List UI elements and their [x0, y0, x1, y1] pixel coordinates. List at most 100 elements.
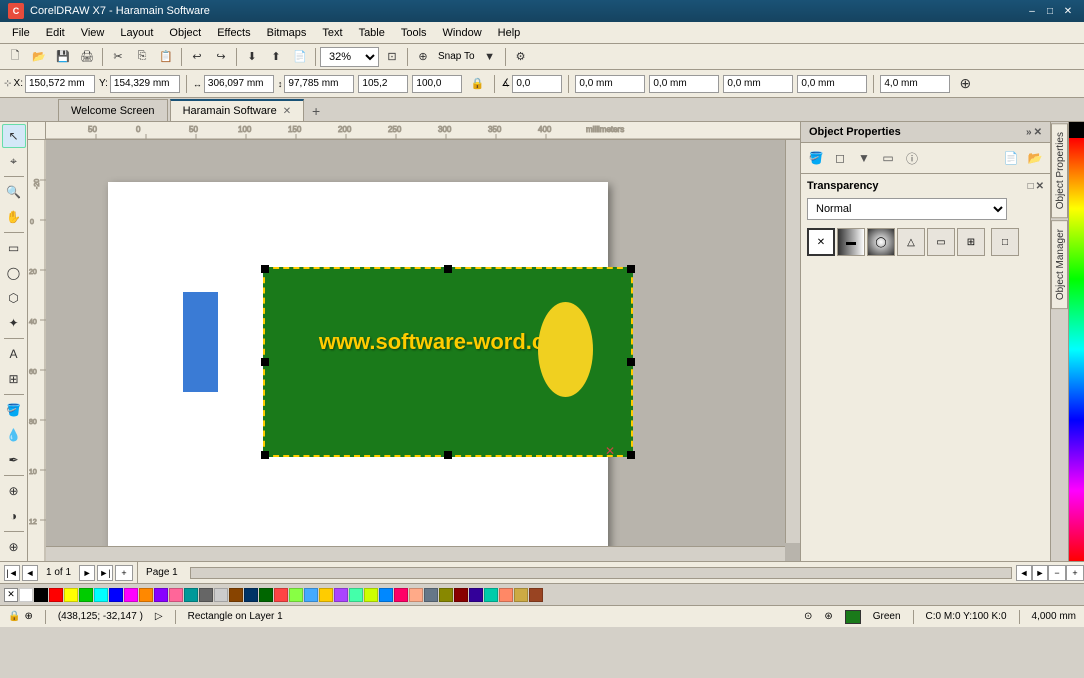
- color-gold[interactable]: [319, 588, 333, 602]
- tool-blend[interactable]: ⊕: [2, 479, 26, 503]
- lock-ratio-button[interactable]: 🔒: [466, 73, 488, 95]
- page-next-button[interactable]: ►: [79, 565, 95, 581]
- redo-button[interactable]: ↪: [210, 46, 232, 68]
- color-rose[interactable]: [394, 588, 408, 602]
- trans-bitmap-icon[interactable]: ⊞: [957, 228, 985, 256]
- color-azure[interactable]: [379, 588, 393, 602]
- color-blue[interactable]: [109, 588, 123, 602]
- pos3-input[interactable]: [723, 75, 793, 93]
- transparency-dropdown[interactable]: Normal None Multiply Add Subtract Differ…: [807, 198, 1007, 220]
- scroll-right[interactable]: [785, 140, 800, 543]
- tool-transparency[interactable]: ◑: [2, 504, 26, 528]
- print-button[interactable]: 🖨: [76, 46, 98, 68]
- color-black[interactable]: [34, 588, 48, 602]
- color-dark-gray[interactable]: [199, 588, 213, 602]
- export-button[interactable]: ⬆: [265, 46, 287, 68]
- tool-polygon[interactable]: ⬡: [2, 286, 26, 310]
- menu-effects[interactable]: Effects: [209, 25, 258, 41]
- x-input[interactable]: 150,572 mm: [25, 75, 95, 93]
- close-button[interactable]: ✕: [1060, 4, 1076, 18]
- new-icon[interactable]: 📄: [1000, 147, 1022, 169]
- color-lime[interactable]: [289, 588, 303, 602]
- menu-layout[interactable]: Layout: [112, 25, 161, 41]
- tool-pan[interactable]: ✋: [2, 205, 26, 229]
- tool-rectangle[interactable]: ▭: [2, 236, 26, 260]
- pos4-input[interactable]: [797, 75, 867, 93]
- side-tab-obj-manager[interactable]: Object Manager: [1051, 220, 1068, 309]
- page-first-button[interactable]: |◄: [4, 565, 20, 581]
- side-tab-obj-properties[interactable]: Object Properties: [1051, 123, 1068, 218]
- menu-tools[interactable]: Tools: [393, 25, 435, 41]
- panel-close-icon[interactable]: ✕: [1034, 127, 1042, 138]
- tool-outline[interactable]: ✒: [2, 448, 26, 472]
- paste-button[interactable]: 📋: [155, 46, 177, 68]
- copy-button[interactable]: ⎘: [131, 46, 153, 68]
- import-button[interactable]: ⬇: [241, 46, 263, 68]
- trans-extra-check[interactable]: □: [991, 228, 1019, 256]
- stroke-icon[interactable]: ◻: [829, 147, 851, 169]
- color-peach[interactable]: [409, 588, 423, 602]
- trans-conical-icon[interactable]: △: [897, 228, 925, 256]
- pos1-input[interactable]: [575, 75, 645, 93]
- menu-object[interactable]: Object: [161, 25, 209, 41]
- menu-table[interactable]: Table: [351, 25, 393, 41]
- menu-bitmaps[interactable]: Bitmaps: [259, 25, 315, 41]
- maximize-button[interactable]: □: [1042, 4, 1058, 18]
- color-white[interactable]: [19, 588, 33, 602]
- tab-add-button[interactable]: +: [306, 101, 326, 121]
- open-button[interactable]: 📂: [28, 46, 50, 68]
- color-green[interactable]: [79, 588, 93, 602]
- tool-fill[interactable]: 🪣: [2, 398, 26, 422]
- pos2-input[interactable]: [649, 75, 719, 93]
- color-coral[interactable]: [274, 588, 288, 602]
- menu-help[interactable]: Help: [490, 25, 529, 41]
- tool-text[interactable]: A: [2, 342, 26, 366]
- load-icon[interactable]: 📂: [1024, 147, 1046, 169]
- color-brown[interactable]: [229, 588, 243, 602]
- color-turquoise[interactable]: [484, 588, 498, 602]
- menu-file[interactable]: File: [4, 25, 38, 41]
- color-mint[interactable]: [349, 588, 363, 602]
- color-purple[interactable]: [154, 588, 168, 602]
- h-input[interactable]: [284, 75, 354, 93]
- zoom-out-button[interactable]: −: [1048, 565, 1066, 581]
- trans-rect-icon[interactable]: ▭: [927, 228, 955, 256]
- tab-close-icon[interactable]: ✕: [283, 106, 291, 117]
- undo-button[interactable]: ↩: [186, 46, 208, 68]
- scroll-bottom[interactable]: [46, 546, 785, 561]
- color-magenta[interactable]: [124, 588, 138, 602]
- shape-icon[interactable]: ▭: [877, 147, 899, 169]
- tool-star[interactable]: ✦: [2, 311, 26, 335]
- scroll-left-button[interactable]: ◄: [1016, 565, 1032, 581]
- tool-ellipse[interactable]: ◯: [2, 261, 26, 285]
- panel-expand-icon[interactable]: »: [1026, 127, 1032, 138]
- pct2-input[interactable]: [412, 75, 462, 93]
- trans-help-icon[interactable]: ✕: [1036, 181, 1044, 192]
- zoom-in-button[interactable]: +: [1066, 565, 1084, 581]
- tool-plus[interactable]: ⊕: [2, 535, 26, 559]
- tool-select[interactable]: ↖: [2, 124, 26, 148]
- color-orange[interactable]: [139, 588, 153, 602]
- color-light-gray[interactable]: [214, 588, 228, 602]
- tab-haramain[interactable]: Haramain Software ✕: [170, 99, 305, 121]
- menu-view[interactable]: View: [73, 25, 113, 41]
- angle-input[interactable]: [512, 75, 562, 93]
- options-button[interactable]: ⚙: [510, 46, 532, 68]
- filter-icon[interactable]: ▼: [853, 147, 875, 169]
- y-input[interactable]: 154,329 mm: [110, 75, 180, 93]
- snap-dropdown[interactable]: ▼: [479, 46, 501, 68]
- color-khaki[interactable]: [514, 588, 528, 602]
- page-add-button[interactable]: +: [115, 565, 133, 581]
- more-options-button[interactable]: ⊕: [954, 73, 976, 95]
- tool-table[interactable]: ⊞: [2, 367, 26, 391]
- color-yellow[interactable]: [64, 588, 78, 602]
- fill-icon[interactable]: 🪣: [805, 147, 827, 169]
- size-input[interactable]: [880, 75, 950, 93]
- cut-button[interactable]: ✂: [107, 46, 129, 68]
- canvas-area[interactable]: 50 0 50 100 150 200 250 300 350 400 mill…: [28, 122, 800, 561]
- tool-eyedropper[interactable]: 💧: [2, 423, 26, 447]
- no-color-button[interactable]: ✕: [4, 588, 18, 602]
- tool-zoom[interactable]: 🔍: [2, 180, 26, 204]
- color-cyan[interactable]: [94, 588, 108, 602]
- zoom-combo[interactable]: 32% 50% 75% 100%: [320, 47, 379, 67]
